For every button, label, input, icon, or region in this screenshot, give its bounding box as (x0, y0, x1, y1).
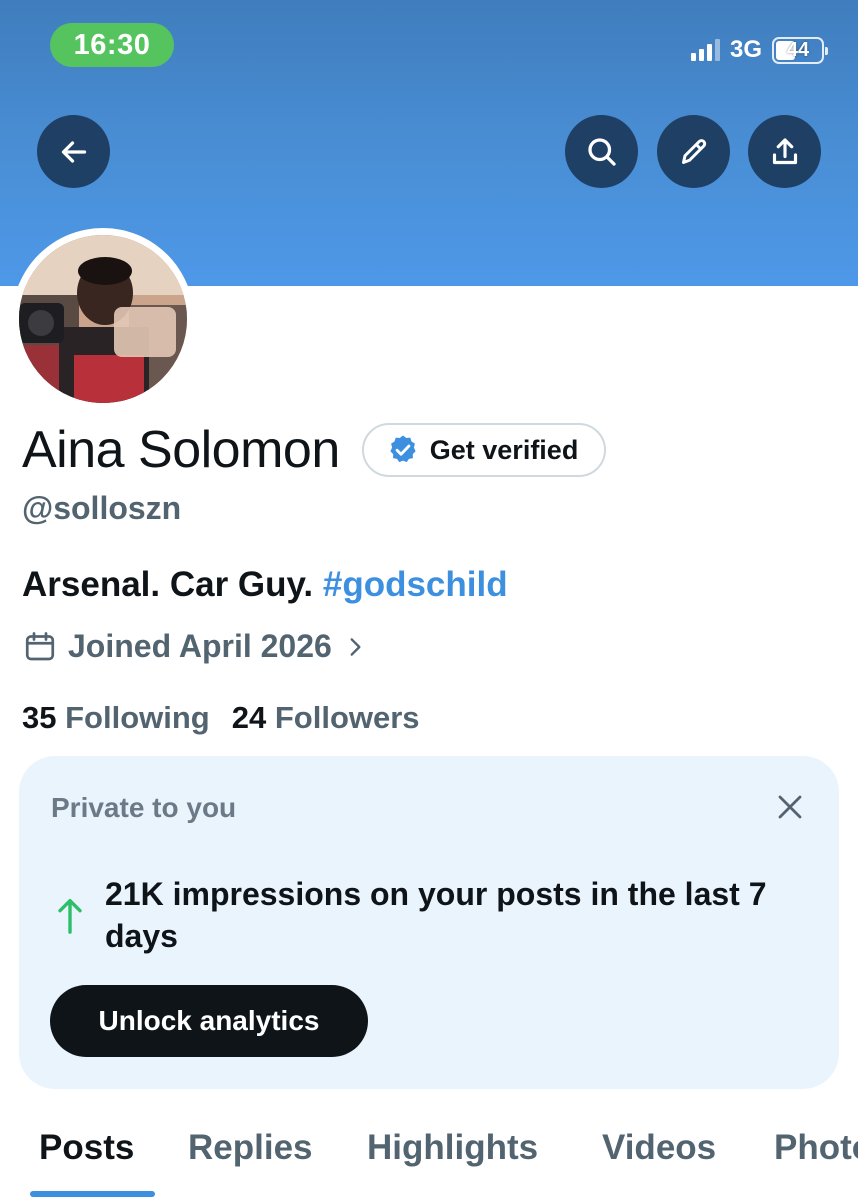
network-label: 3G (729, 36, 762, 63)
bio-hashtag-link[interactable]: #godschild (323, 565, 508, 604)
battery-level: 44 (786, 38, 810, 61)
following-link[interactable]: 35 Following (22, 700, 210, 736)
chevron-right-icon (350, 637, 361, 656)
get-verified-button[interactable]: Get verified (361, 423, 607, 477)
bio-text: Arsenal. Car Guy. (22, 565, 323, 604)
followers-label: Followers (274, 700, 420, 735)
share-icon (772, 137, 797, 164)
verified-badge-icon (390, 435, 416, 463)
joined-date-row[interactable]: Joined April 2026 (22, 628, 368, 665)
following-count: 35 (22, 700, 57, 735)
share-button[interactable] (748, 115, 821, 188)
profile-tabs: Posts Replies Highlights Videos Photos (0, 1120, 858, 1200)
battery-icon: 44 (772, 36, 828, 64)
tab-replies[interactable]: Replies (188, 1128, 313, 1168)
calendar-icon (25, 631, 55, 660)
follow-stats: 35 Following 24 Followers (22, 700, 420, 736)
get-verified-label: Get verified (429, 434, 579, 465)
name-row: Aina Solomon Get verified (22, 420, 607, 480)
back-arrow-icon (61, 140, 86, 163)
display-name: Aina Solomon (22, 421, 340, 479)
tab-highlights[interactable]: Highlights (367, 1128, 538, 1168)
joined-date: Joined April 2026 (68, 628, 332, 664)
signal-icon (690, 39, 720, 61)
status-time: 16:30 (50, 23, 174, 67)
followers-link[interactable]: 24 Followers (232, 700, 420, 736)
tab-videos[interactable]: Videos (602, 1128, 716, 1168)
profile-bio: Arsenal. Car Guy. #godschild (22, 565, 508, 605)
profile-handle: @solloszn (22, 490, 182, 526)
following-label: Following (65, 700, 210, 735)
unlock-analytics-button[interactable]: Unlock analytics (50, 985, 368, 1057)
edit-button[interactable] (657, 115, 730, 188)
trend-up-arrow-icon (58, 899, 82, 934)
edit-pencil-icon (681, 138, 706, 164)
avatar-photo (19, 235, 187, 403)
impressions-text: 21K impressions on your posts in the las… (105, 876, 767, 954)
tab-photos[interactable]: Photos (774, 1128, 858, 1168)
tab-posts[interactable]: Posts (39, 1128, 134, 1168)
back-button[interactable] (37, 115, 110, 188)
avatar[interactable] (12, 228, 194, 410)
private-label: Private to you (51, 792, 237, 823)
followers-count: 24 (231, 700, 267, 735)
search-icon (587, 137, 616, 166)
close-icon[interactable] (775, 792, 805, 822)
analytics-card: Private to you 21K impressions on your p… (19, 756, 839, 1089)
impressions-stat: 21K impressions on your posts in the las… (55, 873, 805, 957)
status-indicators: 3G 44 (690, 36, 828, 64)
search-button[interactable] (565, 115, 638, 188)
active-tab-indicator (30, 1191, 155, 1197)
